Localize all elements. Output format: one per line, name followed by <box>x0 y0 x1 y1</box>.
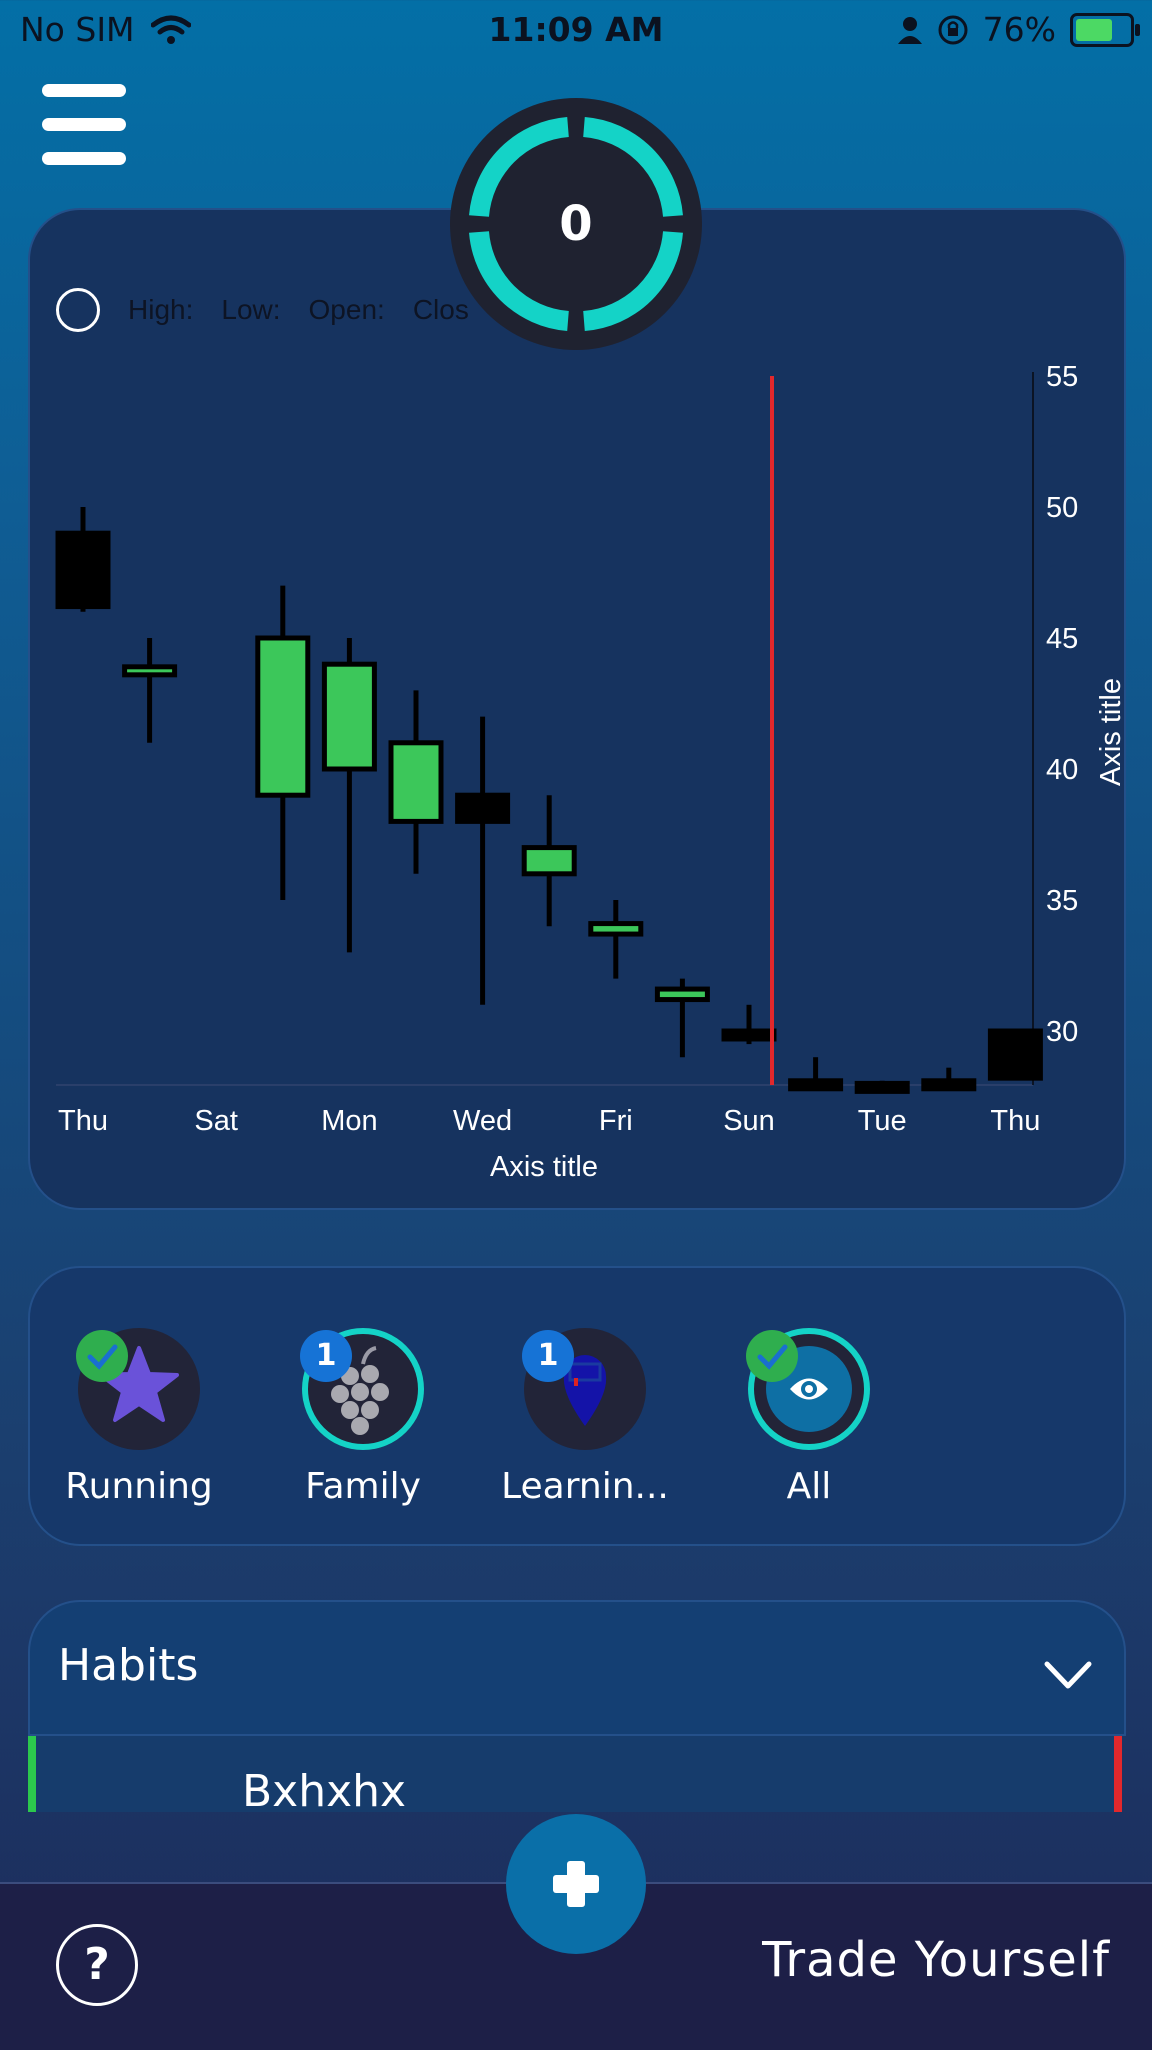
category-label: Running <box>65 1466 213 1507</box>
y-tick-label: 45 <box>1046 623 1078 655</box>
y-tick-label: 40 <box>1046 754 1078 786</box>
x-axis-title: Axis title <box>490 1151 598 1183</box>
candle-body <box>122 664 178 678</box>
x-tick-label: Sat <box>194 1105 238 1137</box>
candle-body <box>788 1078 844 1092</box>
category-family[interactable]: 1 Family <box>300 1328 426 1507</box>
candle-body <box>854 1080 910 1094</box>
candle-body <box>721 1028 777 1042</box>
category-label: All <box>786 1466 832 1507</box>
chevron-down-icon[interactable] <box>1044 1650 1092 1698</box>
check-icon <box>757 1344 788 1370</box>
candle-body <box>588 921 644 937</box>
habit-name: Bxhxhx <box>242 1766 407 1812</box>
help-button[interactable]: ? <box>56 1924 138 2006</box>
habit-row[interactable]: Bxhxhx <box>28 1736 1122 1812</box>
brand-title: Trade Yourself <box>762 1932 1110 1988</box>
candle-body <box>55 530 111 610</box>
habit-down-bar <box>1114 1736 1122 1812</box>
candle-body <box>521 845 577 877</box>
check-badge <box>746 1330 798 1382</box>
check-badge <box>76 1330 128 1382</box>
candle-body <box>455 792 511 824</box>
check-icon <box>87 1344 118 1370</box>
category-learning[interactable]: 1 Learnin... <box>501 1328 669 1507</box>
count-badge: 1 <box>300 1330 352 1382</box>
score-ring: 0 <box>450 98 702 350</box>
y-tick-label: 35 <box>1046 885 1078 917</box>
add-button[interactable] <box>506 1814 646 1954</box>
x-tick-label: Mon <box>321 1105 377 1137</box>
x-tick-label: Tue <box>858 1105 907 1137</box>
candle-body <box>654 986 710 1003</box>
candle-body <box>255 635 311 798</box>
category-label: Family <box>305 1466 421 1507</box>
candle-body <box>321 661 377 772</box>
y-tick-label: 30 <box>1046 1016 1078 1048</box>
category-running[interactable]: Running <box>65 1328 213 1507</box>
y-tick-label: 55 <box>1046 361 1078 393</box>
x-tick-label: Wed <box>453 1105 512 1137</box>
candle-body <box>987 1028 1043 1081</box>
candle-body <box>388 740 444 824</box>
category-all[interactable]: All <box>746 1328 872 1507</box>
score-value: 0 <box>559 196 593 252</box>
x-tick-label: Thu <box>58 1105 108 1137</box>
plus-icon <box>567 1861 585 1907</box>
habit-up-bar <box>28 1736 36 1812</box>
count-badge: 1 <box>522 1330 574 1382</box>
habits-title: Habits <box>58 1640 199 1691</box>
x-tick-label: Thu <box>990 1105 1040 1137</box>
x-tick-label: Sun <box>723 1105 775 1137</box>
x-tick-label: Fri <box>599 1105 633 1137</box>
y-tick-label: 50 <box>1046 492 1078 524</box>
candle-body <box>921 1078 977 1092</box>
category-label: Learnin... <box>501 1466 669 1507</box>
y-axis-title: Axis title <box>1095 678 1127 786</box>
